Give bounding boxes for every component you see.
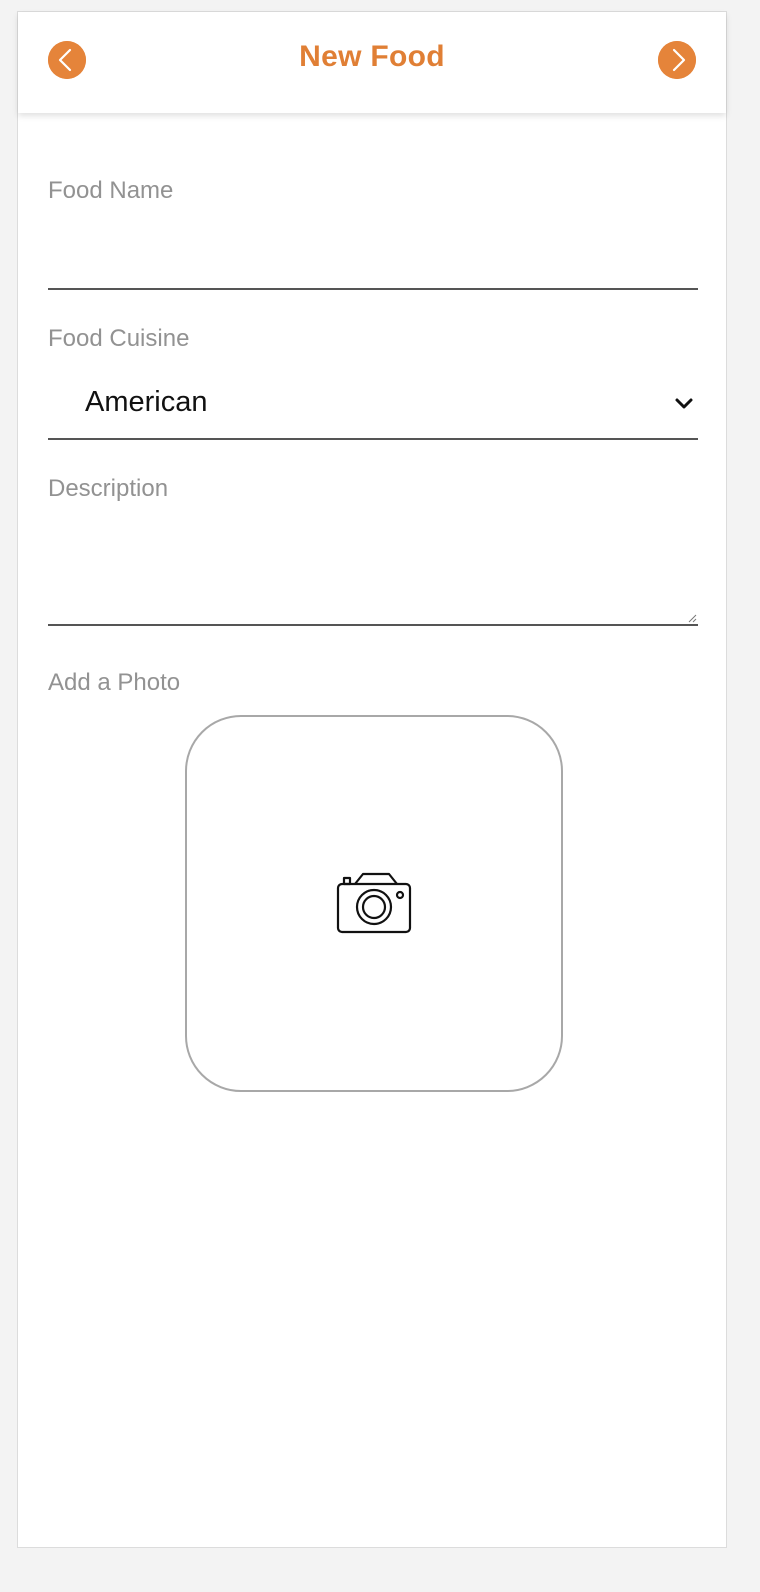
- next-button[interactable]: [658, 41, 696, 79]
- chevron-down-icon: [675, 398, 693, 409]
- description-label: Description: [48, 475, 169, 502]
- description-textarea[interactable]: [48, 530, 698, 626]
- food-name-input[interactable]: [48, 234, 698, 290]
- page-title: New Food: [299, 40, 445, 73]
- resize-handle-icon[interactable]: [687, 613, 697, 623]
- food-cuisine-select[interactable]: American: [48, 372, 698, 440]
- chevron-right-icon: [658, 41, 696, 79]
- camera-icon: [336, 872, 412, 933]
- food-cuisine-label: Food Cuisine: [48, 325, 190, 352]
- food-cuisine-selected-value: American: [85, 386, 208, 418]
- top-bar: New Food: [18, 12, 726, 113]
- app-frame: New Food Food Name Food Cuisine American…: [17, 11, 727, 1548]
- add-photo-button[interactable]: [185, 715, 563, 1092]
- add-photo-label: Add a Photo: [48, 669, 181, 696]
- food-name-label: Food Name: [48, 177, 174, 204]
